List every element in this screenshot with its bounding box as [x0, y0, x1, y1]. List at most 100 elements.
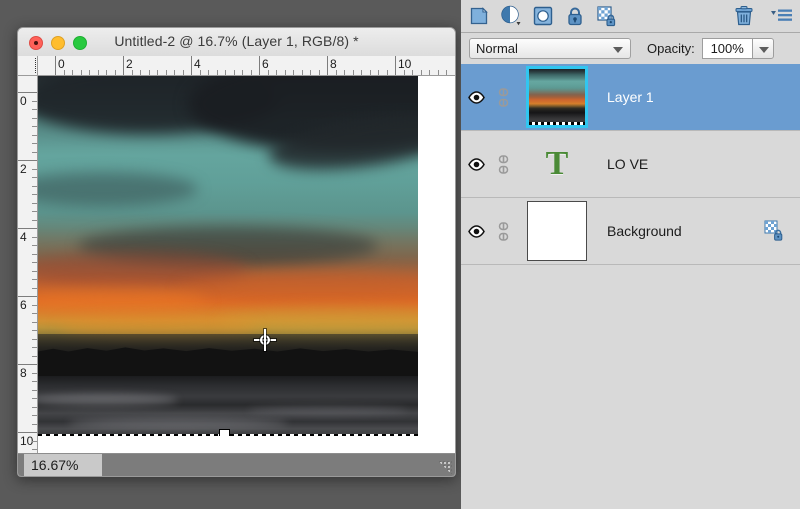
ruler-minor-tick — [454, 70, 455, 75]
layer-thumbnail-white[interactable] — [527, 201, 587, 261]
text-layer-icon: T — [545, 145, 569, 182]
photoshop-screenshot: Untitled-2 @ 16.7% (Layer 1, RGB/8) * 0 2… — [0, 0, 800, 509]
opacity-dropdown-button[interactable] — [751, 38, 774, 59]
layer-thumbnail[interactable]: T — [515, 147, 599, 181]
transform-handle[interactable] — [219, 429, 230, 436]
ruler-tick — [259, 56, 260, 75]
ruler-minor-tick — [250, 70, 252, 75]
window-title: Untitled-2 @ 16.7% (Layer 1, RGB/8) * — [114, 33, 359, 49]
layer-name[interactable]: LO VE — [599, 156, 800, 172]
ruler-minor-tick — [386, 70, 388, 75]
layer-thumbnail[interactable] — [515, 201, 599, 261]
resize-grip[interactable] — [438, 460, 452, 474]
ruler-label: 10 — [398, 57, 412, 71]
ruler-minor-tick — [301, 70, 303, 75]
link-icon[interactable] — [491, 154, 515, 174]
crosshair-cursor — [254, 329, 276, 351]
layer-name[interactable]: Layer 1 — [599, 89, 800, 105]
delete-layer-icon[interactable] — [732, 4, 756, 28]
layer-thumbnail-image[interactable] — [526, 66, 588, 128]
ruler-minor-tick — [32, 313, 37, 314]
ruler-minor-tick — [72, 70, 73, 75]
ruler-minor-tick — [182, 70, 184, 75]
blend-mode-value: Normal — [476, 41, 518, 56]
ruler-minor-tick — [32, 279, 37, 280]
ruler-minor-tick — [403, 70, 405, 75]
ruler-minor-tick — [344, 70, 345, 75]
layers-panel: Normal Opacity: 100% Layer 1 T LO VE Backgr… — [461, 0, 800, 509]
lock-badge-icon — [764, 220, 786, 242]
ruler-minor-tick — [216, 70, 218, 75]
ruler-minor-tick — [89, 70, 90, 75]
chevron-down-icon — [758, 47, 769, 53]
ruler-minor-tick — [267, 70, 269, 75]
ruler-minor-tick — [32, 347, 37, 348]
ruler-tick — [123, 56, 124, 75]
ruler-minor-tick — [32, 304, 37, 306]
layer-row[interactable]: Background — [461, 198, 800, 265]
ruler-origin-corner[interactable] — [18, 56, 38, 76]
layer-panel-right-icons — [732, 4, 794, 28]
ruler-minor-tick — [32, 185, 37, 187]
ruler-tick — [18, 228, 37, 229]
canvas-area[interactable] — [38, 76, 455, 454]
ruler-minor-tick — [32, 338, 37, 340]
panel-menu-icon[interactable] — [770, 4, 794, 28]
opacity-input[interactable]: 100% — [701, 38, 752, 59]
ruler-minor-tick — [63, 70, 65, 75]
vertical-ruler[interactable]: 0 2 4 6 8 10 — [18, 76, 38, 454]
lock-icon[interactable] — [563, 4, 587, 28]
ruler-minor-tick — [32, 219, 37, 221]
eye-icon[interactable] — [461, 90, 491, 104]
adjustment-layer-icon[interactable] — [499, 4, 523, 28]
window-titlebar[interactable]: Untitled-2 @ 16.7% (Layer 1, RGB/8) * — [18, 28, 455, 57]
ruler-minor-tick — [352, 70, 354, 75]
ruler-minor-tick — [32, 134, 37, 136]
zoom-level-field[interactable]: 16.67% — [24, 454, 102, 476]
ruler-minor-tick — [165, 70, 167, 75]
ruler-minor-tick — [32, 177, 37, 178]
layer-thumbnail[interactable] — [515, 66, 599, 128]
blend-mode-select[interactable]: Normal — [469, 38, 631, 59]
ruler-minor-tick — [32, 270, 37, 272]
layer-list[interactable]: Layer 1 T LO VE Background — [461, 64, 800, 509]
eye-icon[interactable] — [461, 157, 491, 171]
ruler-minor-tick — [242, 70, 243, 75]
ruler-minor-tick — [32, 236, 37, 238]
ruler-minor-tick — [32, 440, 37, 442]
ruler-minor-tick — [446, 70, 447, 75]
ruler-minor-tick — [310, 70, 311, 75]
eye-icon[interactable] — [461, 224, 491, 238]
layer-tool-icons — [467, 4, 619, 28]
ruler-minor-tick — [378, 70, 379, 75]
ruler-minor-tick — [420, 70, 422, 75]
ruler-tick — [18, 160, 37, 161]
canvas-image[interactable] — [38, 76, 418, 436]
link-icon[interactable] — [491, 87, 515, 107]
layer-mask-icon[interactable] — [531, 4, 555, 28]
ruler-minor-tick — [106, 70, 107, 75]
ruler-minor-tick — [97, 70, 99, 75]
ruler-minor-tick — [199, 70, 201, 75]
ruler-minor-tick — [412, 70, 413, 75]
layer-row[interactable]: T LO VE — [461, 131, 800, 198]
ruler-tick — [395, 56, 396, 75]
ruler-minor-tick — [114, 70, 116, 75]
ruler-tick — [18, 92, 37, 93]
new-layer-icon[interactable] — [467, 4, 491, 28]
ruler-minor-tick — [32, 117, 37, 119]
lock-transparency-icon[interactable] — [595, 4, 619, 28]
layer-row[interactable]: Layer 1 — [461, 64, 800, 131]
water-reflection — [248, 406, 408, 415]
ruler-minor-tick — [140, 70, 141, 75]
ruler-minor-tick — [318, 70, 320, 75]
ruler-minor-tick — [32, 126, 37, 127]
ruler-tick — [18, 432, 37, 433]
horizontal-ruler[interactable]: 0 2 4 6 8 10 — [38, 56, 455, 76]
ruler-minor-tick — [437, 70, 439, 75]
ruler-minor-tick — [32, 321, 37, 323]
ruler-minor-tick — [32, 355, 37, 357]
ruler-minor-tick — [369, 70, 371, 75]
ruler-minor-tick — [32, 109, 37, 110]
link-icon[interactable] — [491, 221, 515, 241]
